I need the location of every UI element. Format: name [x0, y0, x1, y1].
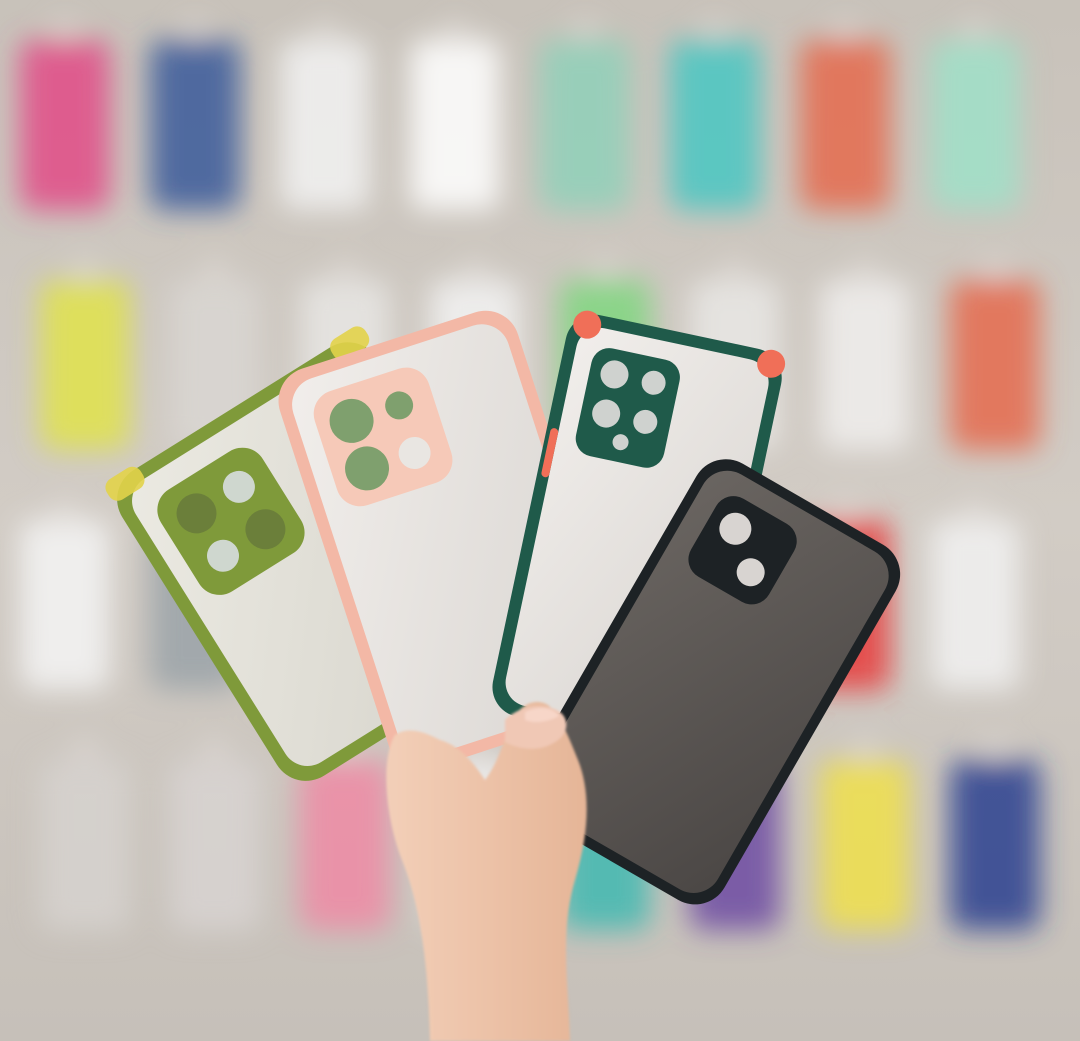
phone-cases-photo	[0, 0, 1080, 1041]
blurred-hang-tab	[983, 262, 1007, 276]
blurred-case-package	[930, 520, 1020, 690]
blurred-hang-tab	[203, 262, 227, 276]
blurred-case-package	[410, 40, 500, 210]
blurred-case-package	[150, 40, 240, 210]
blurred-case-package	[800, 40, 890, 210]
blurred-hang-tab	[53, 502, 77, 516]
blurred-hang-tab	[963, 22, 987, 36]
blurred-hang-tab	[963, 502, 987, 516]
blurred-case-package	[930, 40, 1020, 210]
blurred-hang-tab	[73, 262, 97, 276]
blurred-hang-tab	[833, 22, 857, 36]
blurred-hang-tab	[723, 262, 747, 276]
blurred-case-package	[670, 40, 760, 210]
blurred-hang-tab	[853, 742, 877, 756]
blurred-hang-tab	[443, 22, 467, 36]
blurred-case-package	[20, 520, 110, 690]
blurred-hang-tab	[833, 502, 857, 516]
blurred-case-package	[540, 40, 630, 210]
blurred-case-package	[820, 280, 910, 450]
blurred-case-package	[950, 280, 1040, 450]
blurred-case-package	[300, 760, 390, 930]
blurred-case-package	[170, 760, 260, 930]
blurred-hang-tab	[573, 22, 597, 36]
blurred-hang-tab	[703, 22, 727, 36]
product-photo	[0, 0, 1080, 1041]
blurred-hang-tab	[183, 22, 207, 36]
blurred-case-package	[280, 40, 370, 210]
blurred-hang-tab	[853, 262, 877, 276]
blurred-hang-tab	[53, 22, 77, 36]
blurred-case-package	[950, 760, 1040, 930]
blurred-case-package	[20, 40, 110, 210]
blurred-case-package	[40, 280, 130, 450]
blurred-hang-tab	[333, 262, 357, 276]
blurred-case-package	[820, 760, 910, 930]
blurred-hang-tab	[983, 742, 1007, 756]
blurred-case-package	[40, 760, 130, 930]
blurred-hang-tab	[313, 22, 337, 36]
blurred-hang-tab	[593, 262, 617, 276]
blurred-hang-tab	[463, 262, 487, 276]
blurred-hang-tab	[73, 742, 97, 756]
blurred-hang-tab	[203, 742, 227, 756]
